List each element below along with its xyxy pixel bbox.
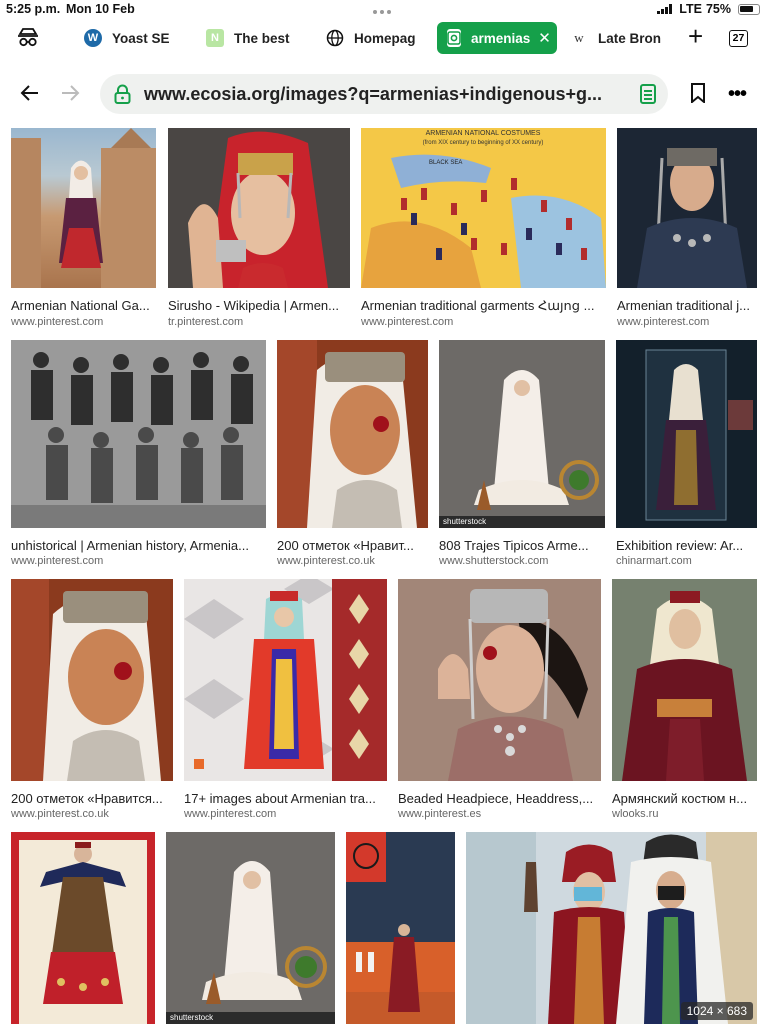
result-source: www.pinterest.com: [361, 316, 454, 328]
bookmark-icon[interactable]: [689, 83, 707, 107]
navigation-bar: www.ecosia.org/images?q=armenias+indigen…: [0, 70, 768, 118]
result-source: www.pinterest.com: [184, 808, 277, 820]
battery-percent: 75%: [705, 2, 731, 16]
tab-switcher-button[interactable]: 27: [729, 30, 748, 47]
result-title[interactable]: 200 отметок «Нравится...: [11, 791, 173, 806]
private-mode-icon[interactable]: [17, 26, 39, 51]
result-source: wlooks.ru: [612, 808, 659, 820]
status-bar: 5:25 p.m. Mon 10 Feb LTE 75%: [0, 0, 768, 18]
result-title[interactable]: unhistorical | Armenian history, Armenia…: [11, 538, 266, 553]
globe-icon: [326, 29, 344, 47]
tab-bar: W Yoast SE N The best Homepag armenias ✕…: [0, 20, 768, 58]
status-time: 5:25 p.m.: [6, 2, 61, 16]
result-image[interactable]: [11, 579, 173, 781]
tab-label: The best: [234, 30, 290, 46]
ecosia-images-icon: [447, 29, 461, 47]
result-image[interactable]: [346, 832, 455, 1024]
tab-yoast[interactable]: W Yoast SE: [84, 22, 170, 54]
tab-label: armenias: [471, 30, 531, 46]
image-dimensions-badge: 1024 × 683: [680, 1002, 753, 1020]
result-image[interactable]: shutterstock: [166, 832, 335, 1024]
result-image[interactable]: [11, 128, 156, 288]
new-tab-icon[interactable]: +: [688, 23, 703, 49]
browser-screen: 5:25 p.m. Mon 10 Feb LTE 75% W Yoast SE …: [0, 0, 768, 1024]
carrier-label: LTE: [679, 2, 702, 16]
result-source: www.pinterest.com: [11, 316, 104, 328]
result-source: www.pinterest.com: [617, 316, 710, 328]
result-image[interactable]: [11, 832, 155, 1024]
result-title[interactable]: Armenian National Ga...: [11, 298, 156, 313]
result-title[interactable]: Beaded Headpiece, Headdress,...: [398, 791, 601, 806]
result-source: www.pinterest.com: [11, 555, 104, 567]
result-title[interactable]: 17+ images about Armenian tra...: [184, 791, 387, 806]
status-date: Mon 10 Feb: [66, 2, 135, 16]
result-title[interactable]: 808 Trajes Tipicos Arme...: [439, 538, 605, 553]
map-subtitle: (from XIX century to beginning of XX cen…: [423, 140, 544, 146]
result-title[interactable]: Sirusho - Wikipedia | Armen...: [168, 298, 350, 313]
result-image[interactable]: shutterstock: [439, 340, 605, 528]
cellular-signal-icon: [657, 4, 673, 14]
battery-icon: [738, 3, 760, 15]
wikipedia-icon: w: [574, 30, 584, 45]
reader-view-icon[interactable]: [640, 84, 656, 104]
result-image[interactable]: [616, 340, 757, 528]
result-image[interactable]: [168, 128, 350, 288]
watermark-bar: shutterstock: [439, 516, 605, 528]
address-bar[interactable]: www.ecosia.org/images?q=armenias+indigen…: [100, 74, 668, 114]
result-title[interactable]: Армянский костюм н...: [612, 791, 757, 806]
result-image[interactable]: 1024 × 683: [466, 832, 757, 1024]
url-text: www.ecosia.org/images?q=armenias+indigen…: [144, 84, 602, 104]
map-title: ARMENIAN NATIONAL COSTUMES: [426, 130, 541, 137]
tab-label: Late Bron: [598, 30, 662, 46]
result-source: www.pinterest.es: [398, 808, 482, 820]
result-image[interactable]: [184, 579, 387, 781]
result-title[interactable]: Exhibition review: Ar...: [616, 538, 757, 553]
multitasking-dots-icon[interactable]: [373, 3, 395, 14]
image-results-grid: Armenian National Ga... www.pinterest.co…: [0, 128, 768, 1024]
result-source: www.shutterstock.com: [439, 555, 549, 567]
tab-homepage[interactable]: Homepag: [326, 22, 416, 54]
result-source: chinarmart.com: [616, 555, 692, 567]
result-image[interactable]: ARMENIAN NATIONAL COSTUMES (from XIX cen…: [361, 128, 606, 288]
result-title[interactable]: 200 отметок «Нравит...: [277, 538, 428, 553]
result-image[interactable]: [612, 579, 757, 781]
close-tab-icon[interactable]: ✕: [538, 29, 551, 47]
watermark-bar: shutterstock: [166, 1012, 335, 1024]
result-image[interactable]: [277, 340, 428, 528]
map-sea-label: BLACK SEA: [429, 160, 462, 166]
result-source: www.pinterest.co.uk: [277, 555, 375, 567]
result-image[interactable]: [398, 579, 601, 781]
result-title[interactable]: Armenian traditional j...: [617, 298, 757, 313]
forward-arrow-icon[interactable]: [59, 82, 81, 108]
result-image[interactable]: [11, 340, 266, 528]
result-title[interactable]: Armenian traditional garments Հայոց ...: [361, 298, 606, 314]
result-source: www.pinterest.co.uk: [11, 808, 109, 820]
tab-label: Yoast SE: [112, 30, 170, 46]
result-image[interactable]: [617, 128, 757, 288]
n-icon: N: [206, 29, 224, 47]
result-source: tr.pinterest.com: [168, 316, 244, 328]
lock-icon: [114, 84, 131, 104]
back-arrow-icon[interactable]: [19, 82, 41, 108]
tab-late-bron[interactable]: w Late Bron: [570, 22, 661, 54]
tab-label: Homepag: [354, 30, 416, 46]
wordpress-icon: W: [84, 29, 102, 47]
tab-armenias-active[interactable]: armenias ✕: [437, 22, 557, 54]
tab-the-best[interactable]: N The best: [206, 22, 290, 54]
more-options-icon[interactable]: •••: [728, 83, 747, 105]
